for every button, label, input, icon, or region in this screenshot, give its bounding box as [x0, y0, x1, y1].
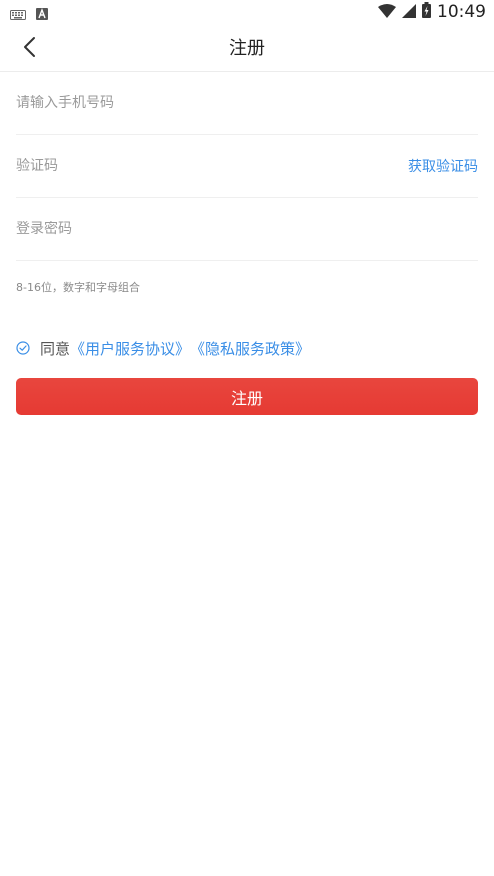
- check-circle-icon[interactable]: [16, 341, 30, 355]
- phone-row: [16, 72, 478, 135]
- password-row: [16, 198, 478, 261]
- code-row: 获取验证码: [16, 135, 478, 198]
- back-button[interactable]: [14, 35, 44, 63]
- header: 注册: [0, 25, 494, 72]
- wifi-icon: [378, 3, 396, 22]
- a-icon: [36, 5, 48, 24]
- page-title: 注册: [229, 38, 265, 59]
- password-input[interactable]: [16, 221, 316, 237]
- status-bar: 10:49: [0, 0, 494, 25]
- verification-code-input[interactable]: [16, 158, 316, 174]
- keyboard-icon: [10, 5, 26, 24]
- privacy-policy-link[interactable]: 《隐私服务政策》: [190, 338, 310, 359]
- register-form: 获取验证码 8-16位，数字和字母组合: [16, 72, 478, 296]
- register-button[interactable]: 注册: [16, 378, 478, 415]
- agreement-row: 同意 《用户服务协议》 《隐私服务政策》: [16, 337, 310, 359]
- battery-icon: [422, 2, 431, 22]
- chevron-left-icon: [22, 36, 36, 62]
- user-agreement-link[interactable]: 《用户服务协议》: [70, 338, 190, 359]
- phone-input[interactable]: [16, 95, 316, 111]
- agree-label: 同意: [40, 339, 71, 358]
- password-hint: 8-16位，数字和字母组合: [16, 281, 140, 294]
- get-code-button[interactable]: 获取验证码: [408, 156, 478, 176]
- status-time: 10:49: [437, 2, 486, 22]
- signal-icon: [402, 3, 416, 22]
